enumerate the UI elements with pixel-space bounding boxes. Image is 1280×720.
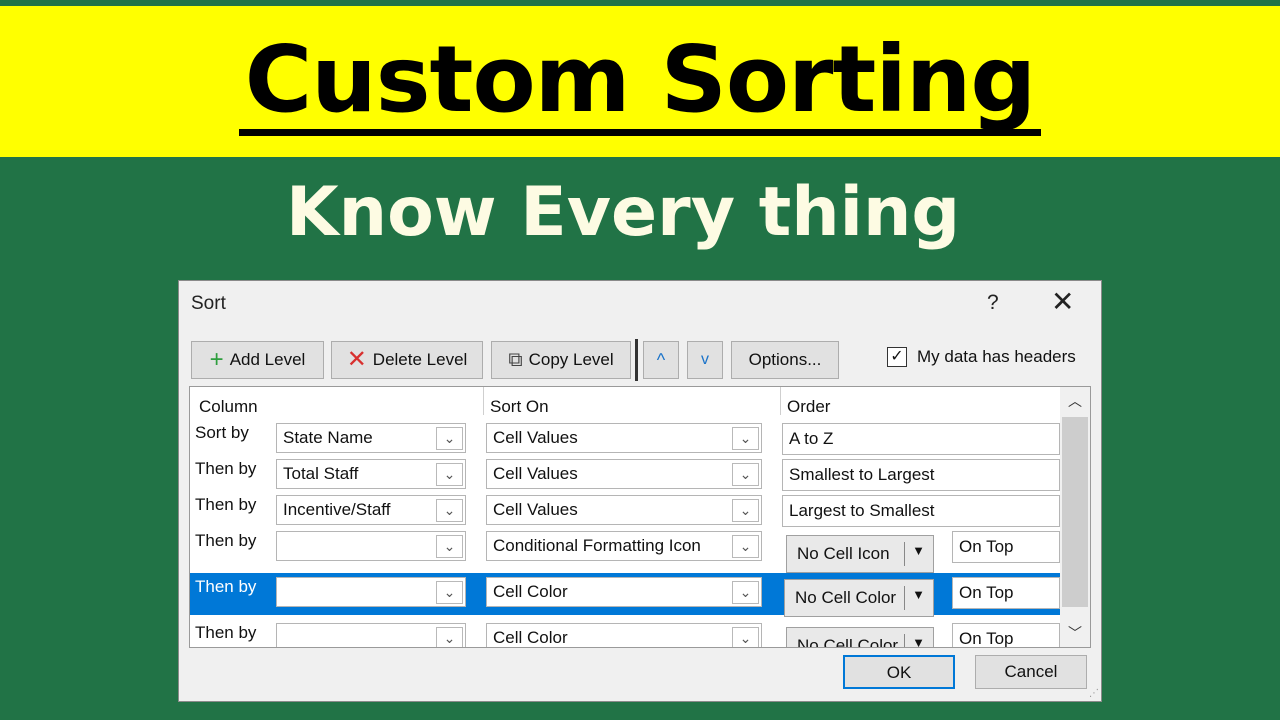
- header-divider: [483, 387, 484, 415]
- position-select[interactable]: On Top: [952, 531, 1060, 563]
- sort-levels-grid: Column Sort On Order Sort by State Name ⌄…: [189, 386, 1091, 648]
- plus-icon: +: [209, 346, 224, 373]
- row-label: Then by: [195, 623, 257, 642]
- sort-on-select[interactable]: Cell Values ⌄: [486, 459, 762, 489]
- chevron-down-icon[interactable]: ⌄: [436, 627, 463, 647]
- chevron-down-icon[interactable]: ⌄: [732, 581, 759, 604]
- sort-on-select[interactable]: Conditional Formatting Icon ⌄: [486, 531, 762, 561]
- headers-checkbox-label: My data has headers: [917, 347, 1076, 366]
- delete-level-label: Delete Level: [372, 350, 468, 369]
- sort-level-row[interactable]: Then by ⌄ Cell Color ⌄ No Cell Color ▼ On …: [190, 619, 1060, 648]
- chevron-down-icon[interactable]: ⌄: [436, 463, 463, 486]
- sort-level-row[interactable]: Sort by State Name ⌄ Cell Values ⌄ A to Z: [190, 419, 1060, 455]
- cell-icon-dropdown[interactable]: No Cell Icon ▼: [786, 535, 934, 573]
- chevron-up-icon: ^: [656, 349, 666, 370]
- ok-button[interactable]: OK: [843, 655, 955, 689]
- sort-level-row[interactable]: Then by Incentive/Staff ⌄ Cell Values ⌄ La…: [190, 491, 1060, 527]
- split-divider: [904, 586, 905, 610]
- row-label: Then by: [195, 531, 257, 550]
- split-divider: [904, 542, 905, 566]
- close-button[interactable]: ✕: [1051, 287, 1074, 317]
- vertical-scrollbar[interactable]: ︿ ﹀: [1060, 387, 1090, 647]
- split-divider: [904, 634, 905, 647]
- add-level-button[interactable]: + Add Level: [191, 341, 324, 379]
- order-select[interactable]: A to Z: [782, 423, 1060, 455]
- sort-on-select[interactable]: Cell Color ⌄: [486, 623, 762, 647]
- dialog-title: Sort: [191, 293, 226, 314]
- sort-level-row-selected[interactable]: Then by ⌄ Cell Color ⌄ No Cell Color ▼ On …: [190, 573, 1060, 617]
- triangle-down-icon: ▼: [912, 587, 925, 602]
- column-select[interactable]: Total Staff ⌄: [276, 459, 466, 489]
- sort-on-header: Sort On: [490, 397, 549, 416]
- chevron-down-icon[interactable]: ⌄: [436, 427, 463, 450]
- chevron-down-icon[interactable]: ⌄: [732, 499, 759, 522]
- delete-x-icon: ✕: [346, 346, 367, 373]
- triangle-down-icon: ▼: [912, 635, 925, 648]
- sort-level-row[interactable]: Then by ⌄ Conditional Formatting Icon ⌄ N…: [190, 527, 1060, 573]
- add-level-label: Add Level: [229, 350, 306, 369]
- position-select[interactable]: On Top: [952, 577, 1060, 609]
- move-down-button[interactable]: v: [687, 341, 723, 379]
- chevron-down-icon[interactable]: ⌄: [732, 427, 759, 450]
- order-select[interactable]: Largest to Smallest: [782, 495, 1060, 527]
- scroll-up-icon[interactable]: ︿: [1060, 391, 1090, 411]
- copy-icon: ⧉: [508, 349, 523, 371]
- chevron-down-icon[interactable]: ⌄: [732, 627, 759, 647]
- chevron-down-icon: v: [701, 351, 709, 368]
- column-select[interactable]: Incentive/Staff ⌄: [276, 495, 466, 525]
- chevron-down-icon[interactable]: ⌄: [436, 499, 463, 522]
- delete-level-button[interactable]: ✕ Delete Level: [331, 341, 483, 379]
- row-label: Sort by: [195, 423, 249, 442]
- page-title: Custom Sorting: [0, 20, 1280, 140]
- chevron-down-icon[interactable]: ⌄: [436, 535, 463, 558]
- position-select[interactable]: On Top: [952, 623, 1060, 647]
- header-divider: [780, 387, 781, 415]
- chevron-down-icon[interactable]: ⌄: [732, 463, 759, 486]
- headers-checkbox-group[interactable]: ✓ My data has headers: [887, 347, 1076, 367]
- cell-color-dropdown[interactable]: No Cell Color ▼: [784, 579, 934, 617]
- cancel-button[interactable]: Cancel: [975, 655, 1087, 689]
- options-button[interactable]: Options...: [731, 341, 839, 379]
- options-label: Options...: [748, 350, 822, 369]
- sort-on-select[interactable]: Cell Values ⌄: [486, 423, 762, 453]
- resize-grip-icon[interactable]: ⋰: [1089, 688, 1099, 699]
- sort-on-select[interactable]: Cell Color ⌄: [486, 577, 762, 607]
- row-label: Then by: [195, 577, 257, 596]
- column-select[interactable]: State Name ⌄: [276, 423, 466, 453]
- copy-level-label: Copy Level: [528, 350, 614, 369]
- triangle-down-icon: ▼: [912, 543, 925, 558]
- scroll-down-icon[interactable]: ﹀: [1060, 623, 1090, 643]
- page-subtitle: Know Every thing: [285, 173, 961, 252]
- cell-color-dropdown[interactable]: No Cell Color ▼: [786, 627, 934, 648]
- order-select[interactable]: Smallest to Largest: [782, 459, 1060, 491]
- sort-on-select[interactable]: Cell Values ⌄: [486, 495, 762, 525]
- move-up-button[interactable]: ^: [643, 341, 679, 379]
- headers-checkbox[interactable]: ✓: [887, 347, 907, 367]
- row-label: Then by: [195, 459, 257, 478]
- column-select[interactable]: ⌄: [276, 623, 466, 647]
- column-header: Column: [199, 397, 258, 416]
- order-header: Order: [787, 397, 831, 416]
- sort-dialog: Sort ? ✕ + Add Level ✕ Delete Level ⧉ Co…: [178, 280, 1102, 702]
- column-select[interactable]: ⌄: [276, 531, 466, 561]
- chevron-down-icon[interactable]: ⌄: [732, 535, 759, 558]
- row-label: Then by: [195, 495, 257, 514]
- chevron-down-icon[interactable]: ⌄: [436, 581, 463, 604]
- column-select[interactable]: ⌄: [276, 577, 466, 607]
- help-button[interactable]: ?: [987, 291, 999, 315]
- sort-level-row[interactable]: Then by Total Staff ⌄ Cell Values ⌄ Smalle…: [190, 455, 1060, 491]
- scrollbar-thumb[interactable]: [1062, 417, 1088, 607]
- toolbar-separator: [635, 339, 638, 381]
- copy-level-button[interactable]: ⧉ Copy Level: [491, 341, 631, 379]
